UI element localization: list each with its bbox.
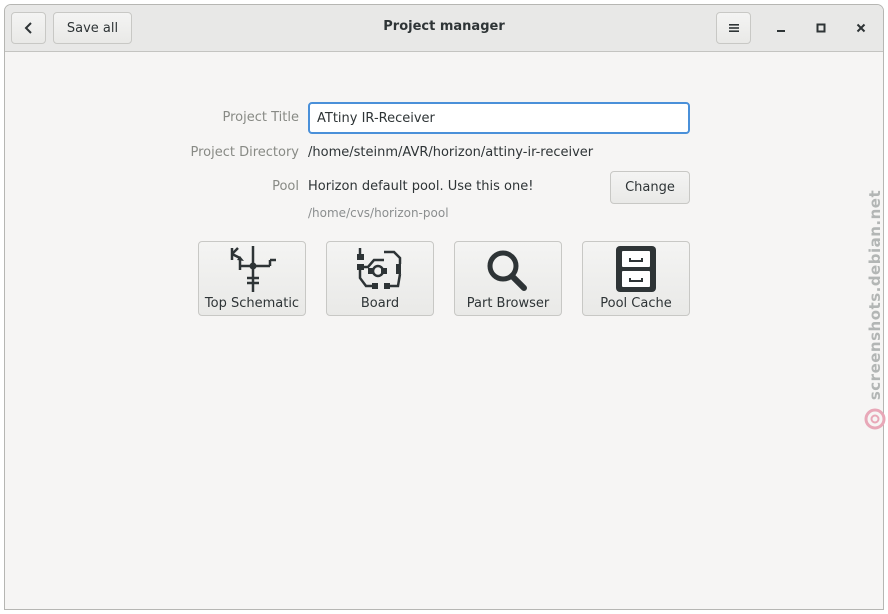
close-button[interactable] <box>851 18 871 38</box>
tile-label: Top Schematic <box>204 296 300 311</box>
minimize-icon <box>777 30 785 32</box>
part-browser-button[interactable]: Part Browser <box>454 241 562 316</box>
pool-label: Pool <box>272 179 299 194</box>
maximize-icon <box>816 23 826 33</box>
watermark: screenshots.debian.net <box>862 190 888 440</box>
project-directory-value: /home/steinm/AVR/horizon/attiny-ir-recei… <box>308 145 594 160</box>
tile-label: Pool Cache <box>600 296 672 311</box>
maximize-button[interactable] <box>811 18 831 38</box>
project-manager-window: Save all Project manager Project Title A… <box>4 4 884 610</box>
change-pool-button[interactable]: Change <box>610 171 690 204</box>
tile-label: Board <box>360 296 400 311</box>
hamburger-menu-icon <box>728 24 739 32</box>
board-icon <box>357 248 402 289</box>
magnifier-icon <box>487 250 527 291</box>
project-directory-label: Project Directory <box>190 145 299 160</box>
project-title-input[interactable] <box>308 102 690 134</box>
pool-name: Horizon default pool. Use this one! <box>308 179 534 194</box>
tile-label: Part Browser <box>466 296 550 311</box>
minimize-button[interactable] <box>771 18 791 38</box>
schematic-icon <box>230 246 276 292</box>
menu-button[interactable] <box>716 12 751 44</box>
headerbar: Save all Project manager <box>5 5 883 52</box>
window-title: Project manager <box>383 19 505 34</box>
pool-cache-button[interactable]: Pool Cache <box>582 241 690 316</box>
board-button[interactable]: Board <box>326 241 434 316</box>
project-title-label: Project Title <box>222 110 299 125</box>
top-schematic-button[interactable]: Top Schematic <box>198 241 306 316</box>
close-icon <box>856 23 866 33</box>
pool-path: /home/cvs/horizon-pool <box>308 206 449 220</box>
file-cabinet-icon <box>616 246 656 292</box>
watermark-text: screenshots.debian.net <box>866 189 884 401</box>
